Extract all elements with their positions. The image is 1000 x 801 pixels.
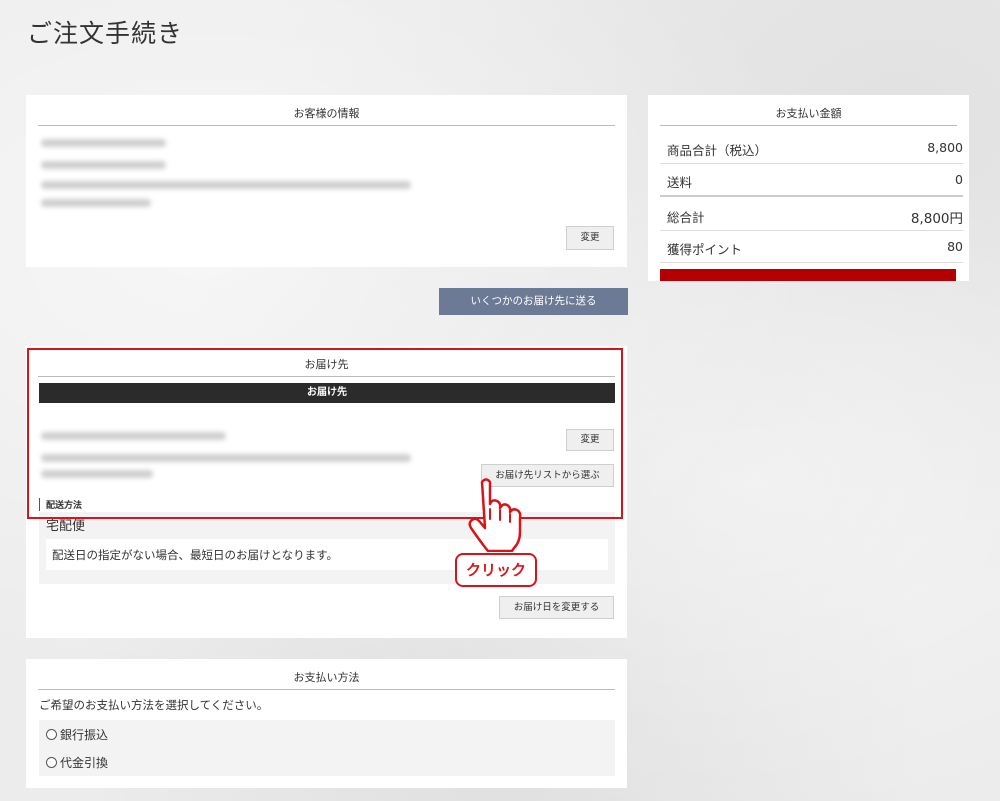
- delivery-note-text: 配送日の指定がない場合、最短日のお届けとなります。: [52, 548, 339, 562]
- payment-option-cod[interactable]: 代金引換: [46, 754, 108, 771]
- payment-summary-card: お支払い金額 商品合計（税込） 8,800 送料 0 総合計 8,800円 獲得…: [648, 95, 969, 281]
- delivery-address-blurred: [41, 454, 411, 462]
- delivery-name-blurred: [41, 432, 226, 440]
- payment-option-cod-label: 代金引換: [60, 756, 109, 770]
- radio-bank[interactable]: [46, 729, 57, 740]
- shipping-method-value: 宅配便: [46, 519, 86, 534]
- order-submit-bar[interactable]: [660, 269, 956, 281]
- payment-method-heading: お支払い方法: [38, 669, 615, 690]
- points-label: 獲得ポイント: [667, 242, 743, 257]
- customer-name-blurred: [41, 139, 166, 147]
- multi-ship-button[interactable]: いくつかのお届け先に送る: [439, 288, 628, 315]
- radio-cod[interactable]: [46, 757, 57, 768]
- payment-option-bank[interactable]: 銀行振込: [46, 726, 108, 743]
- points-value: 80: [947, 239, 963, 254]
- delivery-change-button[interactable]: 変更: [566, 429, 614, 451]
- delivery-address-bar: お届け先: [39, 383, 615, 403]
- total-label: 総合計: [667, 210, 705, 225]
- customer-info-card: お客様の情報 変更: [26, 95, 627, 267]
- shipping-method-label-text: 配送方法: [46, 501, 83, 511]
- delivery-phone-blurred: [41, 470, 153, 478]
- summary-row-shipping: 送料 0: [660, 163, 963, 197]
- summary-row-total: 総合計 8,800円: [660, 198, 963, 231]
- shipping-label: 送料: [667, 175, 693, 190]
- shipping-method-label: 配送方法: [39, 498, 82, 511]
- customer-email-blurred: [41, 161, 166, 169]
- click-annotation: クリック: [455, 553, 537, 587]
- change-delivery-date-button[interactable]: お届け日を変更する: [499, 596, 614, 619]
- subtotal-label: 商品合計（税込）: [667, 143, 768, 158]
- pointer-hand-icon: [468, 478, 522, 552]
- payment-summary-heading: お支払い金額: [660, 105, 957, 126]
- total-value: 8,800円: [910, 211, 963, 227]
- customer-info-heading: お客様の情報: [38, 105, 615, 126]
- customer-phone-blurred: [41, 199, 151, 207]
- payment-option-bank-label: 銀行振込: [60, 728, 109, 742]
- payment-method-prompt: ご希望のお支払い方法を選択してください。: [39, 698, 269, 712]
- shipping-value: 0: [955, 172, 963, 187]
- payment-options-panel: [39, 720, 615, 776]
- summary-row-subtotal: 商品合計（税込） 8,800: [660, 131, 963, 164]
- customer-address-blurred: [41, 181, 411, 189]
- payment-method-card: お支払い方法 ご希望のお支払い方法を選択してください。: [26, 659, 627, 788]
- page-title: ご注文手続き: [27, 19, 184, 48]
- summary-row-points: 獲得ポイント 80: [660, 230, 963, 263]
- delivery-heading: お届け先: [38, 356, 615, 377]
- customer-change-button[interactable]: 変更: [566, 226, 614, 250]
- subtotal-value: 8,800: [927, 140, 963, 155]
